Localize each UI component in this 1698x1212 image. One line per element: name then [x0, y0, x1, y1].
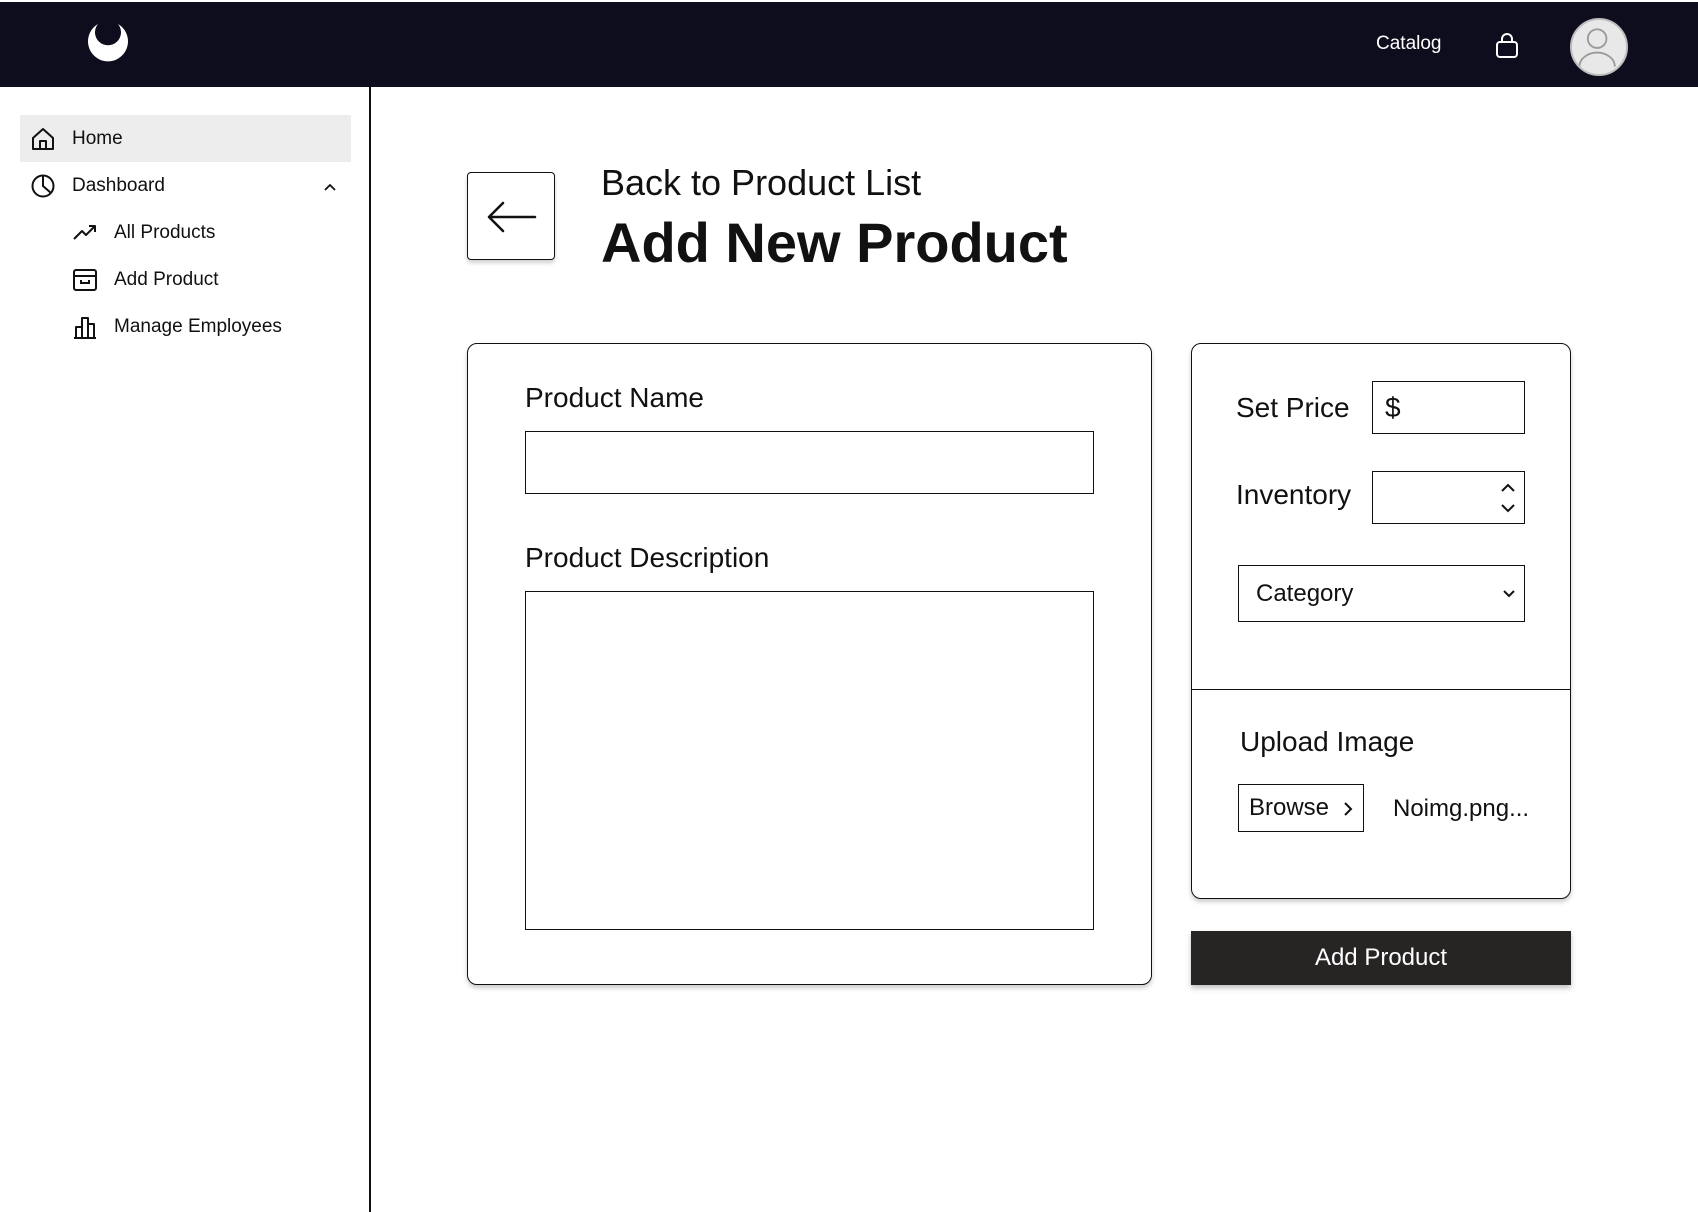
sidebar: Home Dashboard All Products Add Product … [0, 87, 371, 1212]
sidebar-item-dashboard[interactable]: Dashboard [20, 162, 351, 209]
card-divider [1192, 689, 1570, 690]
set-price-label: Set Price [1236, 392, 1350, 423]
sidebar-item-label: All Products [114, 221, 216, 243]
product-description-textarea[interactable] [525, 591, 1094, 930]
inventory-label: Inventory [1236, 479, 1352, 510]
price-input[interactable]: $ [1372, 381, 1525, 434]
back-button[interactable] [467, 172, 555, 260]
browse-button[interactable]: Browse [1238, 784, 1364, 832]
sidebar-item-label: Dashboard [72, 174, 165, 196]
selected-file-name: Noimg.png... [1393, 795, 1530, 822]
page-title: Add New Product [601, 211, 1068, 274]
bar-chart-icon [72, 314, 98, 340]
arrow-left-icon [487, 201, 537, 233]
chevron-up-icon[interactable] [323, 178, 337, 192]
sidebar-item-label: Add Product [114, 268, 219, 290]
shopping-bag-icon[interactable] [1494, 32, 1520, 60]
add-product-button[interactable]: Add Product [1191, 931, 1571, 985]
product-description-label: Product Description [525, 542, 770, 573]
pie-chart-icon [30, 173, 56, 199]
nav-catalog-link[interactable]: Catalog [1376, 32, 1442, 56]
category-select[interactable]: Category [1238, 565, 1525, 622]
product-name-label: Product Name [525, 382, 704, 413]
trending-up-icon [72, 220, 98, 246]
category-selected-value: Category [1256, 579, 1354, 607]
stepper-arrows-icon[interactable] [1500, 482, 1516, 514]
currency-prefix: $ [1385, 391, 1401, 423]
home-icon [30, 126, 56, 152]
upload-image-label: Upload Image [1240, 726, 1415, 757]
sidebar-item-manage-employees[interactable]: Manage Employees [72, 303, 351, 350]
sidebar-item-home[interactable]: Home [20, 115, 351, 162]
back-to-product-list-link[interactable]: Back to Product List [601, 162, 921, 204]
inventory-stepper[interactable] [1372, 471, 1525, 524]
sidebar-item-label: Manage Employees [114, 315, 282, 337]
browse-button-label: Browse [1249, 794, 1330, 821]
chevron-down-icon [1503, 590, 1515, 598]
sidebar-item-all-products[interactable]: All Products [72, 209, 351, 256]
chevron-right-icon [1344, 802, 1353, 816]
archive-box-icon [72, 267, 98, 293]
sidebar-item-add-product[interactable]: Add Product [72, 256, 351, 303]
sidebar-item-label: Home [72, 127, 123, 149]
crescent-logo-icon[interactable] [84, 20, 132, 68]
top-navigation-bar: Catalog [0, 0, 1698, 87]
user-avatar-icon[interactable] [1570, 18, 1628, 76]
product-name-input[interactable] [525, 431, 1094, 494]
